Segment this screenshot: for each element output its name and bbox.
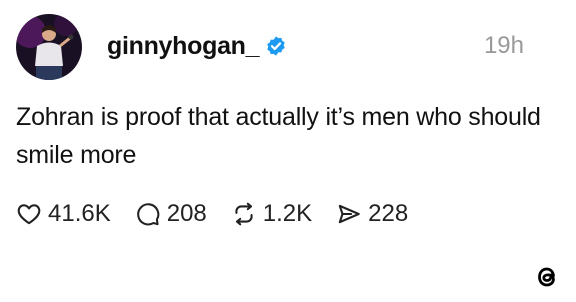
- share-button[interactable]: 228: [336, 200, 408, 228]
- like-button[interactable]: 41.6K: [16, 200, 111, 228]
- threads-logo-icon[interactable]: [532, 262, 562, 292]
- repost-count: 1.2K: [262, 200, 313, 227]
- username[interactable]: ginnyhogan_: [107, 32, 260, 61]
- like-count: 41.6K: [48, 200, 111, 227]
- share-count: 228: [368, 200, 409, 227]
- username-row: ginnyhogan_: [107, 30, 287, 62]
- threads-post: ginnyhogan_ 19h Zohran is proof that act…: [0, 0, 576, 302]
- post-text: Zohran is proof that actually it’s men w…: [16, 103, 541, 169]
- heart-icon: [16, 201, 42, 227]
- repost-button[interactable]: 1.2K: [231, 200, 312, 228]
- verified-badge-icon: [265, 35, 287, 57]
- comment-count: 208: [166, 200, 207, 227]
- repost-icon: [231, 201, 257, 227]
- comment-icon: [135, 201, 161, 227]
- comment-button[interactable]: 208: [135, 200, 207, 228]
- timestamp: 19h: [483, 32, 524, 59]
- action-bar: 41.6K 208 1.2K 228: [16, 198, 408, 230]
- avatar[interactable]: [16, 14, 82, 80]
- share-icon: [336, 201, 362, 227]
